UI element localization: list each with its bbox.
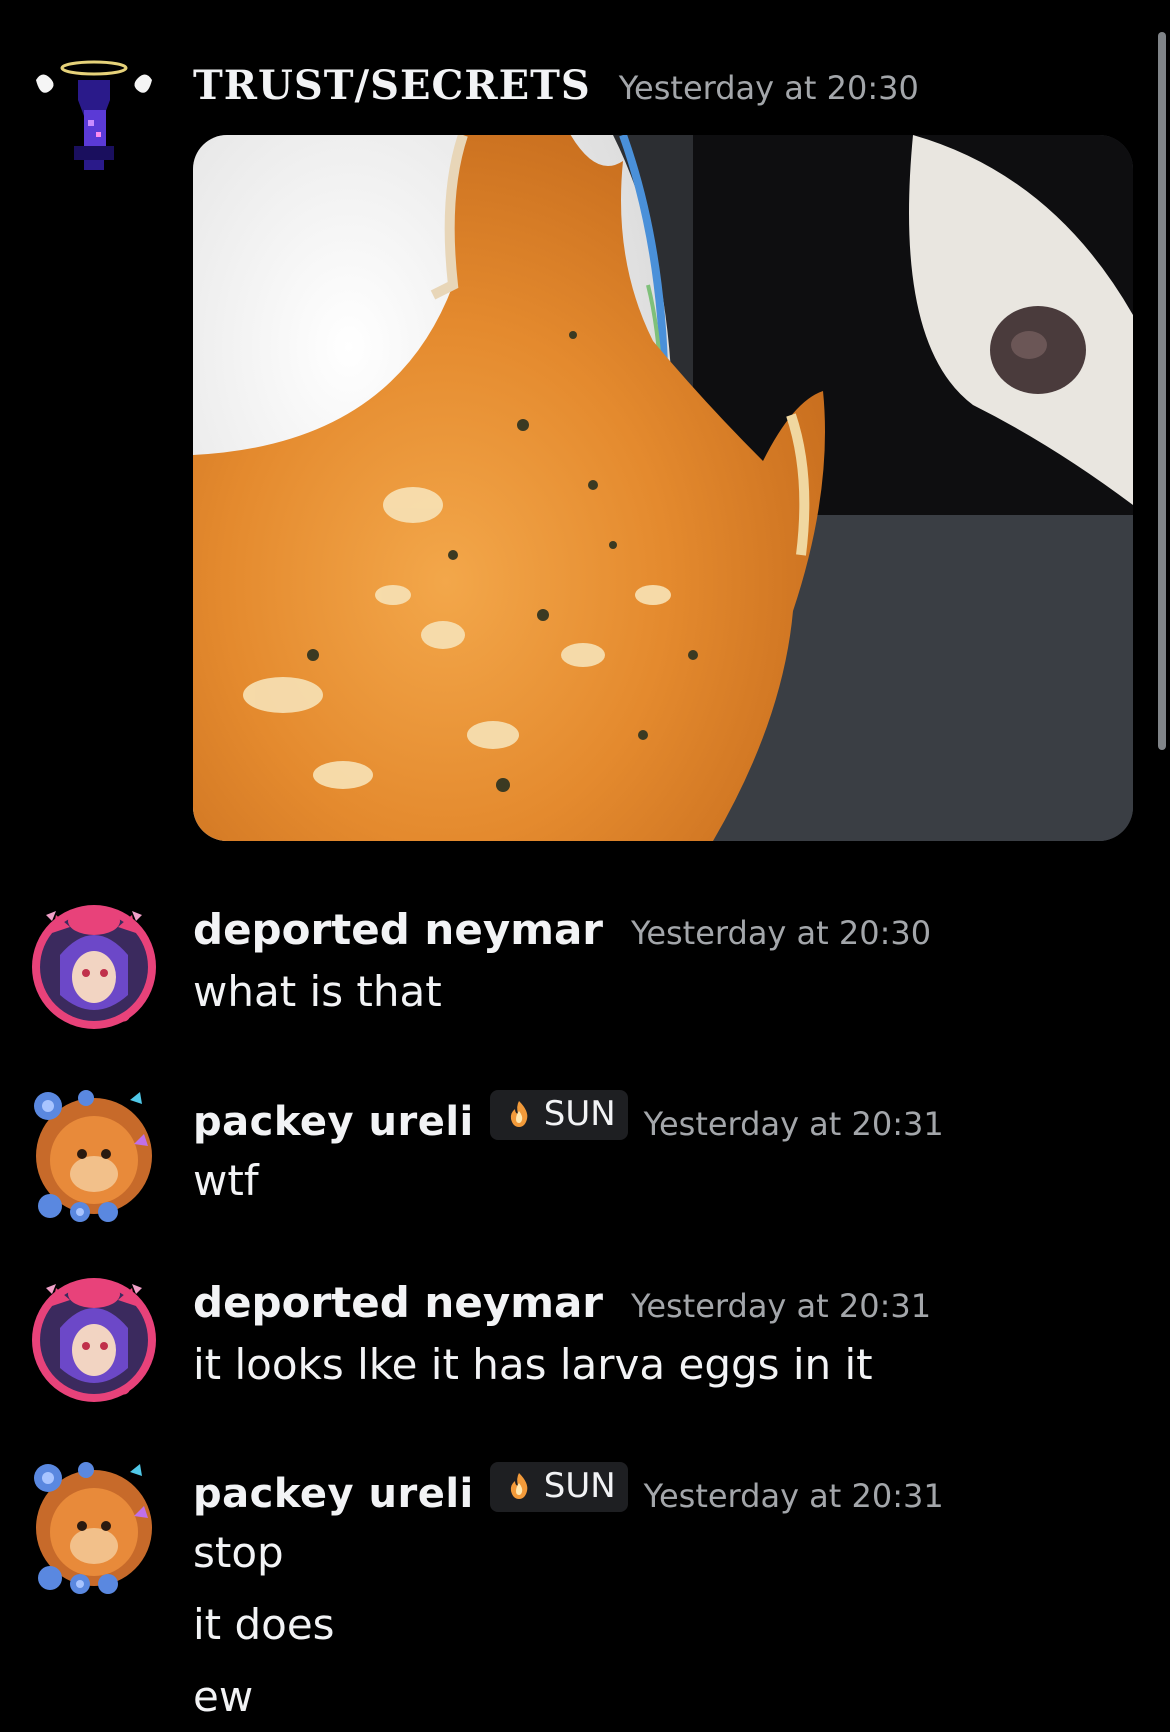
angel-figure-avatar-icon: [36, 60, 152, 170]
message-text: what is that: [193, 967, 442, 1016]
message-header: packey ureli SUN Yesterday at 20:31: [193, 1462, 944, 1517]
avatar[interactable]: [26, 50, 162, 186]
timestamp: Yesterday at 20:30: [618, 69, 919, 107]
flower-monkey-avatar-icon: [34, 1090, 152, 1222]
message-header: TRUST/SECRETS Yesterday at 20:30: [193, 62, 919, 109]
username[interactable]: packey ureli: [193, 1099, 474, 1145]
username[interactable]: deported neymar: [193, 905, 603, 954]
timestamp: Yesterday at 20:31: [643, 1105, 944, 1143]
demon-girl-avatar-icon: [32, 1278, 156, 1402]
message-text: it does: [193, 1600, 335, 1649]
server-tag[interactable]: SUN: [489, 1462, 628, 1512]
demon-girl-avatar-icon: [32, 905, 156, 1029]
message-header: deported neymar Yesterday at 20:31: [193, 1278, 931, 1327]
message-header: deported neymar Yesterday at 20:30: [193, 905, 931, 954]
avatar[interactable]: [26, 1268, 162, 1404]
avatar[interactable]: [26, 895, 162, 1031]
pizza-photo-image: [193, 135, 1133, 841]
username[interactable]: packey ureli: [193, 1471, 474, 1517]
server-tag[interactable]: SUN: [489, 1090, 628, 1140]
timestamp: Yesterday at 20:30: [631, 914, 932, 952]
avatar[interactable]: [26, 1460, 162, 1596]
timestamp: Yesterday at 20:31: [643, 1477, 944, 1515]
scrollbar[interactable]: [1158, 32, 1166, 750]
message-header: packey ureli SUN Yesterday at 20:31: [193, 1090, 944, 1145]
flower-monkey-avatar-icon: [34, 1462, 152, 1594]
timestamp: Yesterday at 20:31: [631, 1287, 932, 1325]
username[interactable]: TRUST/SECRETS: [193, 62, 591, 109]
flame-icon: [510, 1473, 528, 1499]
username[interactable]: deported neymar: [193, 1278, 603, 1327]
server-tag-label: SUN: [543, 1466, 616, 1506]
attached-photo[interactable]: [193, 135, 1133, 841]
message-text: wtf: [193, 1156, 259, 1205]
message-text: stop: [193, 1528, 284, 1577]
server-tag-label: SUN: [543, 1094, 616, 1134]
flame-icon: [510, 1101, 528, 1127]
message-text: it looks lke it has larva eggs in it: [193, 1340, 873, 1389]
message-text: ew: [193, 1672, 254, 1721]
avatar[interactable]: [26, 1088, 162, 1224]
